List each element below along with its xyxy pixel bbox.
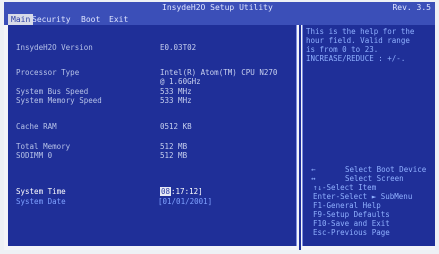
key-previous-page: Esc-Previous Page bbox=[313, 228, 390, 237]
help-line-3: is from 0 to 23. bbox=[306, 45, 379, 54]
key-save-exit: F10-Save and Exit bbox=[313, 219, 390, 228]
system-memory-speed-label: System Memory Speed bbox=[16, 96, 102, 105]
insyde-version-value: E0.03T02 bbox=[160, 43, 197, 52]
key-select-screen: Select Screen bbox=[345, 174, 404, 183]
sodimm0-label: SODIMM 0 bbox=[16, 151, 53, 160]
processor-speed-value: @ 1.60GHz bbox=[160, 77, 201, 86]
total-memory-value: 512 MB bbox=[160, 142, 188, 151]
system-memory-speed-value: 533 MHz bbox=[160, 96, 192, 105]
key-enter-submenu: Enter-Select ► SubMenu bbox=[313, 192, 413, 201]
key-setup-defaults: F9-Setup Defaults bbox=[313, 210, 390, 219]
tab-boot[interactable]: Boot bbox=[78, 14, 103, 25]
cache-ram-value: 0512 KB bbox=[160, 122, 192, 131]
key-general-help: F1-General Help bbox=[313, 201, 381, 210]
system-time-label: System Time bbox=[16, 187, 66, 196]
key-left-right-icon: ↔ bbox=[311, 174, 316, 183]
title-bar: InsydeH2O Setup Utility Rev. 3.5 bbox=[4, 2, 435, 14]
bios-screen: InsydeH2O Setup Utility Rev. 3.5 Main Se… bbox=[4, 2, 435, 250]
help-line-2: hour field. Valid range bbox=[306, 36, 410, 45]
revision-label: Rev. 3.5 bbox=[392, 3, 431, 12]
help-line-4: INCREASE/REDUCE : +/-. bbox=[306, 54, 406, 63]
system-time-field[interactable]: 08:17:12] bbox=[160, 187, 203, 196]
system-bus-speed-value: 533 MHz bbox=[160, 87, 192, 96]
processor-type-value: Intel(R) Atom(TM) CPU N270 bbox=[160, 68, 278, 77]
tab-security[interactable]: Security bbox=[29, 14, 74, 25]
tab-exit[interactable]: Exit bbox=[106, 14, 131, 25]
key-left-arrow-icon: ← bbox=[311, 165, 316, 174]
main-panel: InsydeH2O Version E0.03T02 Processor Typ… bbox=[4, 25, 299, 250]
sodimm0-value: 512 MB bbox=[160, 151, 188, 160]
system-time-rest[interactable]: :17:12] bbox=[171, 187, 203, 196]
processor-type-label: Processor Type bbox=[16, 68, 80, 77]
system-bus-speed-label: System Bus Speed bbox=[16, 87, 89, 96]
help-panel: This is the help for the hour field. Val… bbox=[301, 25, 435, 250]
key-select-boot-device: Select Boot Device bbox=[345, 165, 427, 174]
window-title: InsydeH2O Setup Utility bbox=[162, 3, 273, 12]
cache-ram-label: Cache RAM bbox=[16, 122, 57, 131]
key-select-item: ↑↓-Select Item bbox=[313, 183, 377, 192]
system-time-hour[interactable]: 08 bbox=[160, 187, 172, 196]
total-memory-label: Total Memory bbox=[16, 142, 71, 151]
help-line-1: This is the help for the bbox=[306, 27, 415, 36]
system-date-label: System Date bbox=[16, 197, 66, 206]
menu-bar: Main Security Boot Exit bbox=[4, 14, 435, 25]
insyde-version-label: InsydeH2O Version bbox=[16, 43, 93, 52]
system-date-field[interactable]: [01/01/2001] bbox=[158, 197, 212, 206]
